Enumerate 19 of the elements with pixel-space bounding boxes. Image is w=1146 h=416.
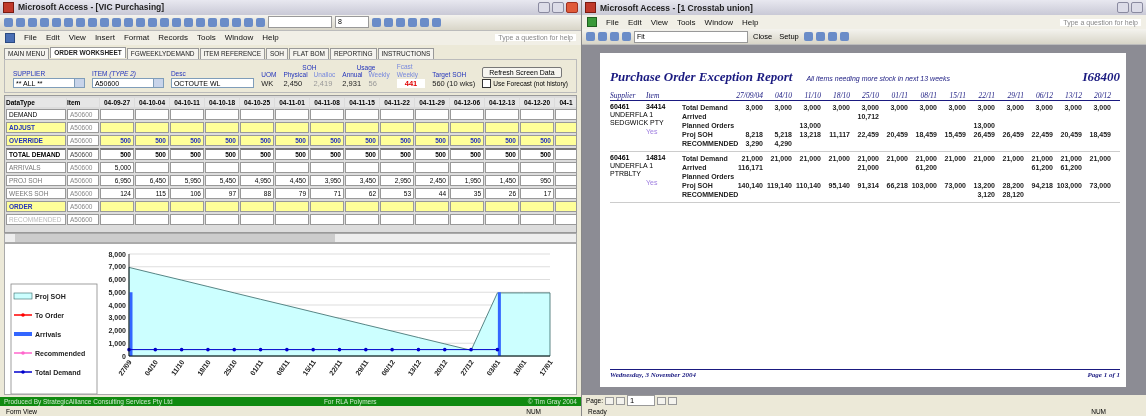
menu-item[interactable]: Insert	[94, 33, 115, 43]
report-number: I68400	[1082, 69, 1120, 85]
window-title: Microsoft Access - [1 Crosstab union]	[600, 2, 753, 13]
menu-item[interactable]: Format	[123, 33, 150, 43]
menu-item[interactable]: Help	[262, 33, 279, 43]
menu-item[interactable]: Records	[158, 33, 189, 43]
menu-item[interactable]: File	[606, 17, 619, 27]
menu-item[interactable]: Help	[742, 17, 759, 27]
window-title: Microsoft Access - [VIC Purchasing]	[18, 2, 165, 13]
menu-item[interactable]: File	[24, 33, 37, 43]
report-title: Purchase Order Exception Report	[610, 69, 793, 85]
menu-item[interactable]: Tools	[676, 17, 696, 27]
menu-item[interactable]: View	[650, 17, 668, 27]
menu-item[interactable]: Tools	[197, 33, 216, 43]
menu-item[interactable]: Window	[704, 17, 734, 27]
menu-item[interactable]: Edit	[45, 33, 60, 43]
menu-item[interactable]: Edit	[627, 17, 642, 27]
menu-item[interactable]: Window	[224, 33, 254, 43]
menu-item[interactable]: View	[68, 33, 86, 43]
